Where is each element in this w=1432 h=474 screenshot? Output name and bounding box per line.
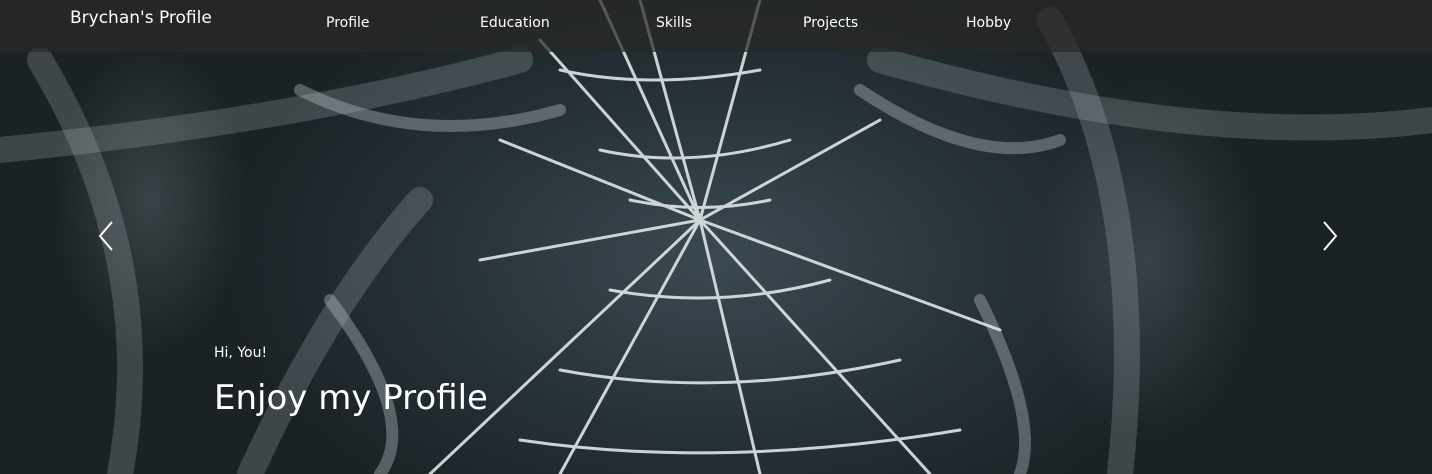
carousel-caption: Hi, You! Enjoy my Profile	[214, 345, 488, 418]
caption-title: Enjoy my Profile	[214, 378, 488, 418]
carousel-prev-button[interactable]	[92, 218, 122, 254]
nav-link-projects[interactable]: Projects	[803, 15, 858, 31]
hero-carousel: Brychan's Profile Profile Education Skil…	[0, 0, 1432, 474]
nav-link-education[interactable]: Education	[480, 15, 550, 31]
nav-link-profile[interactable]: Profile	[326, 15, 370, 31]
chevron-left-icon	[98, 221, 113, 251]
nav-link-hobby[interactable]: Hobby	[966, 15, 1011, 31]
nav-link-skills[interactable]: Skills	[656, 15, 692, 31]
chevron-right-icon	[1323, 221, 1338, 251]
carousel-next-button[interactable]	[1314, 218, 1344, 254]
brand-link[interactable]: Brychan's Profile	[70, 8, 212, 28]
top-navbar: Brychan's Profile Profile Education Skil…	[0, 0, 1432, 52]
caption-subtitle: Hi, You!	[214, 345, 268, 361]
